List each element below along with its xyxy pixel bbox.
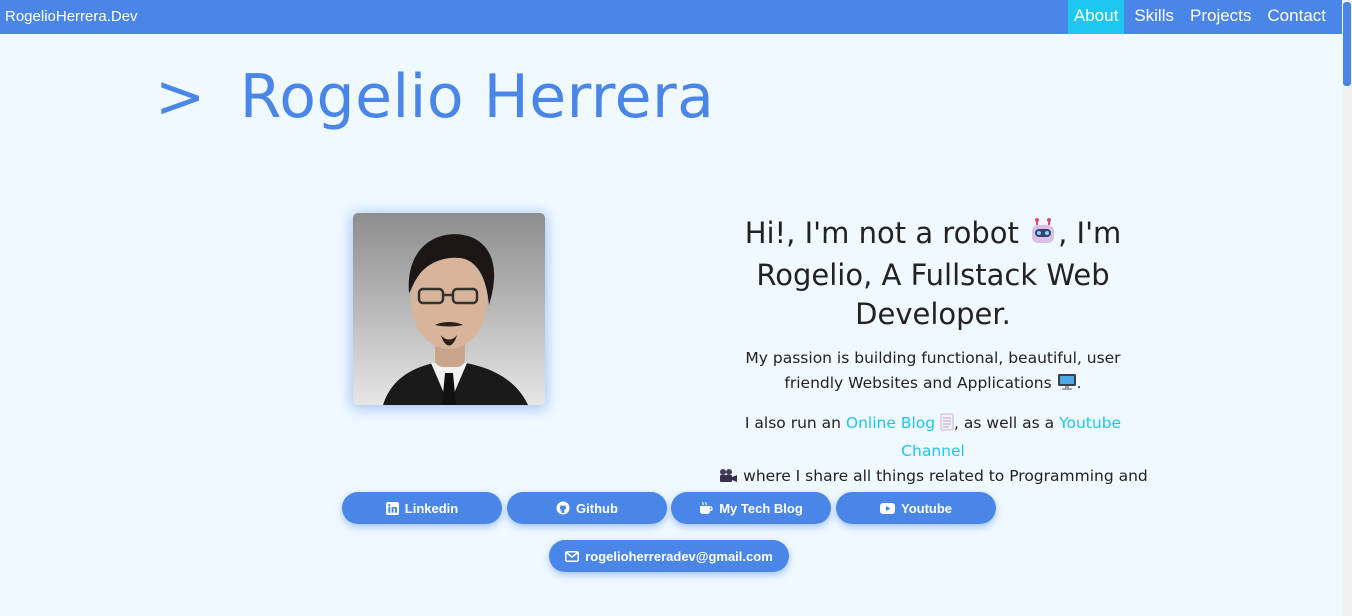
- github-label: Github: [576, 500, 618, 516]
- email-button[interactable]: rogelioherreradev@gmail.com: [549, 540, 789, 572]
- coffee-icon: [699, 501, 713, 515]
- youtube-label: Youtube: [900, 500, 953, 516]
- hero-title: > Rogelio Herrera: [155, 62, 714, 142]
- scrollbar-thumb[interactable]: [1343, 2, 1351, 86]
- intro-section: Hi!, I'm not a robot , I'm Rogelio, A Fu…: [718, 214, 1148, 517]
- github-icon: [556, 501, 570, 515]
- passion-paragraph: My passion is building functional, beaut…: [718, 346, 1148, 399]
- tech-blog-label: My Tech Blog: [719, 500, 803, 516]
- hero-name: Rogelio Herrera: [239, 62, 715, 132]
- nav-link-projects[interactable]: Projects: [1184, 0, 1257, 34]
- linkedin-button[interactable]: Linkedin: [342, 492, 502, 524]
- navbar: RogelioHerrera.Dev About Skills Projects…: [0, 0, 1342, 34]
- profile-photo-illustration: [383, 234, 528, 405]
- nav-links: About Skills Projects Contact: [1064, 0, 1332, 34]
- nav-link-about[interactable]: About: [1067, 0, 1125, 34]
- intro-heading: Hi!, I'm not a robot , I'm Rogelio, A Fu…: [718, 214, 1148, 334]
- computer-emoji-icon: [1057, 373, 1077, 399]
- nav-link-contact[interactable]: Contact: [1261, 0, 1332, 34]
- blog-mid: , as well as a: [954, 414, 1060, 432]
- email-label: rogelioherreradev@gmail.com: [585, 548, 773, 564]
- movie-camera-emoji-icon: [718, 467, 738, 492]
- nav-link-skills[interactable]: Skills: [1128, 0, 1180, 34]
- envelope-icon: [565, 550, 580, 562]
- page: RogelioHerrera.Dev About Skills Projects…: [0, 0, 1352, 616]
- tech-blog-button[interactable]: My Tech Blog: [671, 492, 831, 524]
- youtube-button[interactable]: Youtube: [836, 492, 996, 524]
- intro-heading-part1: Hi!, I'm not a robot: [744, 216, 1019, 250]
- prompt-glyph: >: [155, 62, 206, 132]
- linkedin-label: Linkedin: [404, 500, 459, 516]
- linkedin-icon: [385, 501, 399, 515]
- notepad-emoji-icon: [940, 413, 954, 439]
- blog-prefix: I also run an: [744, 414, 846, 432]
- github-button[interactable]: Github: [507, 492, 667, 524]
- robot-emoji-icon: [1028, 216, 1058, 256]
- youtube-icon: [879, 502, 895, 514]
- brand-link[interactable]: RogelioHerrera.Dev: [5, 0, 138, 34]
- passion-end: .: [1076, 374, 1082, 392]
- page-scrollbar[interactable]: [1342, 0, 1352, 616]
- online-blog-link[interactable]: Online Blog: [846, 414, 935, 432]
- profile-photo: [353, 213, 545, 405]
